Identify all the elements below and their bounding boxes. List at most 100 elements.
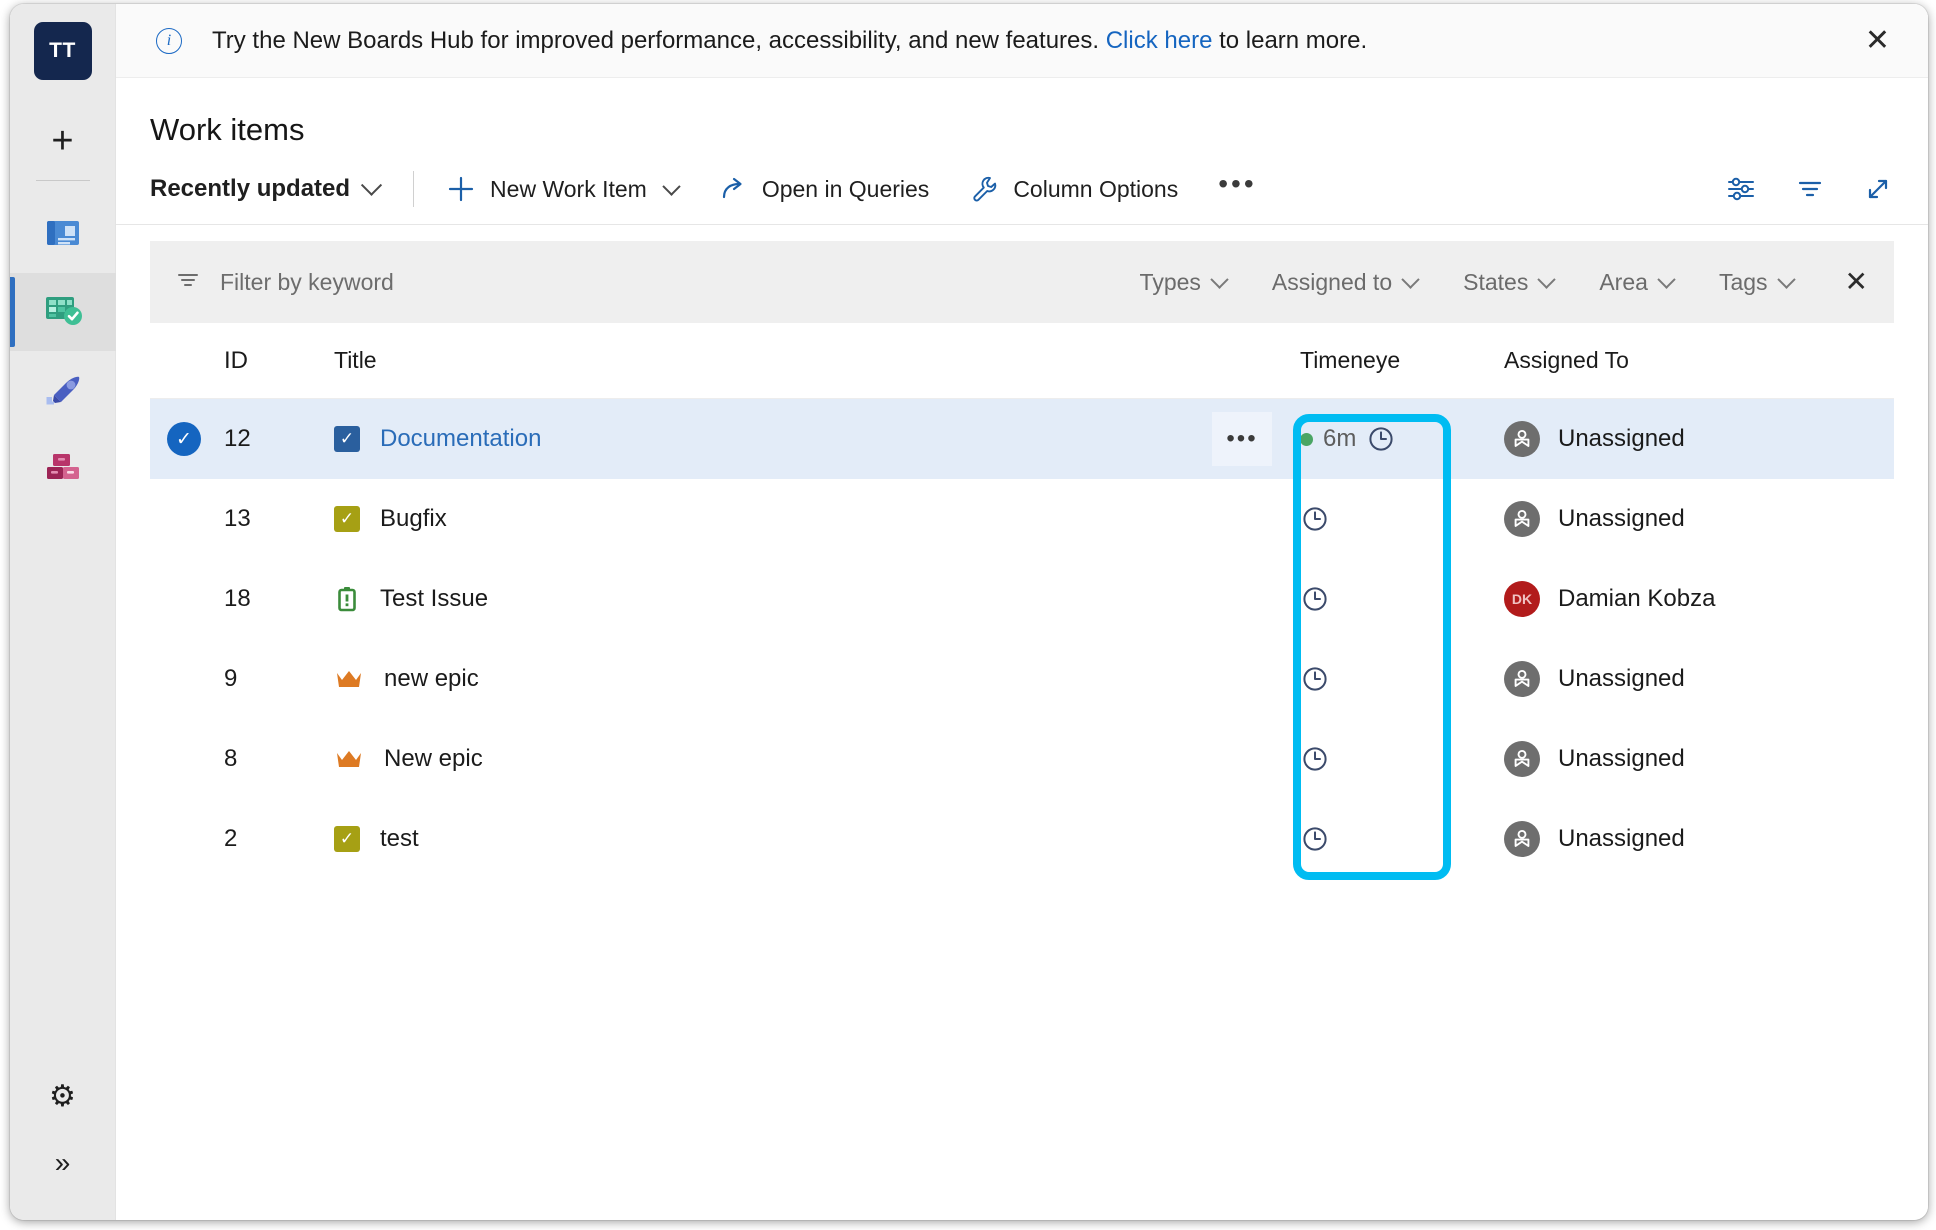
column-options-button[interactable]: Column Options: [969, 174, 1178, 204]
pivot-label: Recently updated: [150, 175, 351, 202]
row-title-link[interactable]: Documentation: [380, 425, 541, 453]
row-timeneye-cell: [1278, 744, 1504, 774]
toolbar-divider: [413, 171, 415, 207]
row-timeneye-cell: [1278, 584, 1504, 614]
sidebar-item-boards[interactable]: [10, 273, 116, 351]
close-icon[interactable]: ✕: [1857, 20, 1898, 62]
row-timeneye-cell: [1278, 664, 1504, 694]
chevron-down-icon: [360, 174, 383, 196]
command-toolbar: Recently updated New Work Item Open in Q…: [116, 148, 1928, 225]
table-row[interactable]: ✓ 12 ✓ Documentation 6m Unassigned •••: [150, 399, 1894, 479]
sidebar-item-repos[interactable]: [10, 351, 116, 429]
row-title-cell: ✓ Documentation: [334, 425, 1278, 453]
epic-crown-icon: [334, 747, 364, 771]
row-context-menu-button[interactable]: •••: [1212, 412, 1272, 466]
plus-icon: [446, 174, 476, 204]
filter-area-label: Area: [1599, 268, 1648, 295]
open-in-queries-icon: [718, 174, 748, 204]
full-screen-icon[interactable]: [1862, 173, 1894, 205]
row-title-link[interactable]: Bugfix: [380, 505, 447, 533]
filter-tags[interactable]: Tags: [1718, 268, 1796, 296]
banner-link[interactable]: Click here: [1106, 27, 1213, 54]
close-filter-bar-icon[interactable]: ✕: [1845, 268, 1868, 296]
row-timeneye-cell: [1278, 504, 1504, 534]
expand-rail-button[interactable]: »: [24, 1130, 102, 1196]
bug-icon: ✓: [334, 506, 360, 532]
timer-value: 6m: [1323, 425, 1357, 452]
sidebar-item-overview[interactable]: [10, 195, 116, 273]
plus-icon: +: [51, 120, 74, 162]
clock-icon[interactable]: [1300, 744, 1330, 774]
banner-text-after: to learn more.: [1212, 26, 1368, 54]
row-assigned-name: Unassigned: [1558, 825, 1685, 852]
filter-tags-label: Tags: [1718, 268, 1768, 295]
row-assigned-cell: Unassigned: [1504, 741, 1894, 777]
clock-icon[interactable]: [1300, 584, 1330, 614]
clock-icon[interactable]: [1300, 504, 1330, 534]
column-header-id[interactable]: ID: [218, 347, 334, 375]
row-checkbox[interactable]: ✓: [150, 422, 218, 456]
row-id: 12: [224, 425, 251, 452]
clock-icon[interactable]: [1366, 424, 1396, 454]
row-assigned-name: Unassigned: [1558, 665, 1685, 692]
chevron-down-icon: [662, 176, 681, 196]
org-logo[interactable]: TT: [33, 22, 92, 80]
view-options-icon[interactable]: [1724, 172, 1758, 206]
filter-assigned-to-label: Assigned to: [1271, 268, 1393, 295]
table-header-row: ID Title Timeneye Assigned To: [150, 323, 1894, 399]
add-new-button[interactable]: +: [24, 108, 102, 174]
pivot-recently-updated[interactable]: Recently updated: [150, 174, 383, 203]
timer-running-dot: [1300, 432, 1313, 446]
filter-bar: Filter by keyword Types Assigned to Stat…: [150, 241, 1894, 323]
row-assigned-cell: Unassigned: [1504, 821, 1894, 857]
table-row[interactable]: 9 new epic Unassigned: [150, 639, 1894, 719]
chevron-down-icon: [1210, 269, 1229, 289]
clock-icon[interactable]: [1300, 664, 1330, 694]
timeneye-timer[interactable]: 6m: [1300, 424, 1396, 454]
screenshot-root: TT + ⚙ » i Try the New Boards Hub for im…: [0, 0, 1936, 1230]
filter-types[interactable]: Types: [1140, 269, 1229, 296]
page-content: Work items Recently updated New Work Ite…: [116, 78, 1928, 1220]
filter-area[interactable]: Area: [1599, 268, 1676, 296]
row-title-link[interactable]: new epic: [384, 665, 479, 693]
filter-assigned-to[interactable]: Assigned to: [1271, 268, 1420, 296]
column-header-assigned-to[interactable]: Assigned To: [1504, 347, 1894, 374]
row-assigned-name: Damian Kobza: [1558, 585, 1716, 612]
sidebar-item-artifacts[interactable]: [10, 429, 116, 507]
new-boards-hub-banner: i Try the New Boards Hub for improved pe…: [116, 4, 1928, 78]
chevron-double-right-icon: »: [54, 1147, 71, 1178]
column-header-title[interactable]: Title: [334, 347, 1278, 374]
row-assigned-name: Unassigned: [1558, 425, 1685, 452]
row-timeneye-cell: 6m: [1278, 424, 1504, 454]
filter-states[interactable]: States: [1463, 268, 1557, 296]
search-input[interactable]: Filter by keyword: [174, 266, 1094, 299]
table-row[interactable]: 13 ✓ Bugfix Unassigned: [150, 479, 1894, 559]
row-title-cell: New epic: [334, 745, 1278, 773]
toolbar-more-button[interactable]: •••: [1218, 170, 1256, 208]
new-work-item-button[interactable]: New Work Item: [446, 174, 681, 204]
open-in-queries-button[interactable]: Open in Queries: [718, 174, 929, 204]
project-settings-button[interactable]: ⚙: [24, 1064, 102, 1130]
main-area: i Try the New Boards Hub for improved pe…: [116, 4, 1928, 1220]
row-title-link[interactable]: test: [380, 825, 419, 853]
table-row[interactable]: 8 New epic Unassigned: [150, 719, 1894, 799]
row-title-link[interactable]: New epic: [384, 745, 483, 773]
artifacts-icon: [40, 443, 86, 494]
unassigned-avatar-icon: [1504, 421, 1540, 457]
row-title-link[interactable]: Test Issue: [380, 585, 488, 613]
column-header-timeneye[interactable]: Timeneye: [1278, 347, 1504, 374]
filter-icon[interactable]: [1794, 173, 1826, 205]
row-title-cell: Test Issue: [334, 585, 1278, 613]
gear-icon: ⚙: [49, 1080, 76, 1113]
task-icon: ✓: [334, 426, 360, 452]
row-title-cell: ✓ Bugfix: [334, 505, 1278, 533]
search-input-placeholder: Filter by keyword: [220, 268, 394, 295]
row-id: 13: [224, 505, 251, 532]
unassigned-avatar-icon: [1504, 821, 1540, 857]
chevron-down-icon: [1537, 269, 1557, 289]
clock-icon[interactable]: [1300, 824, 1330, 854]
table-row[interactable]: 2 ✓ test Unassigned: [150, 799, 1894, 879]
chevron-down-icon: [1657, 269, 1676, 289]
filter-states-label: States: [1463, 268, 1529, 295]
table-row[interactable]: 18 Test Issue DK Damian Kobza: [150, 559, 1894, 639]
